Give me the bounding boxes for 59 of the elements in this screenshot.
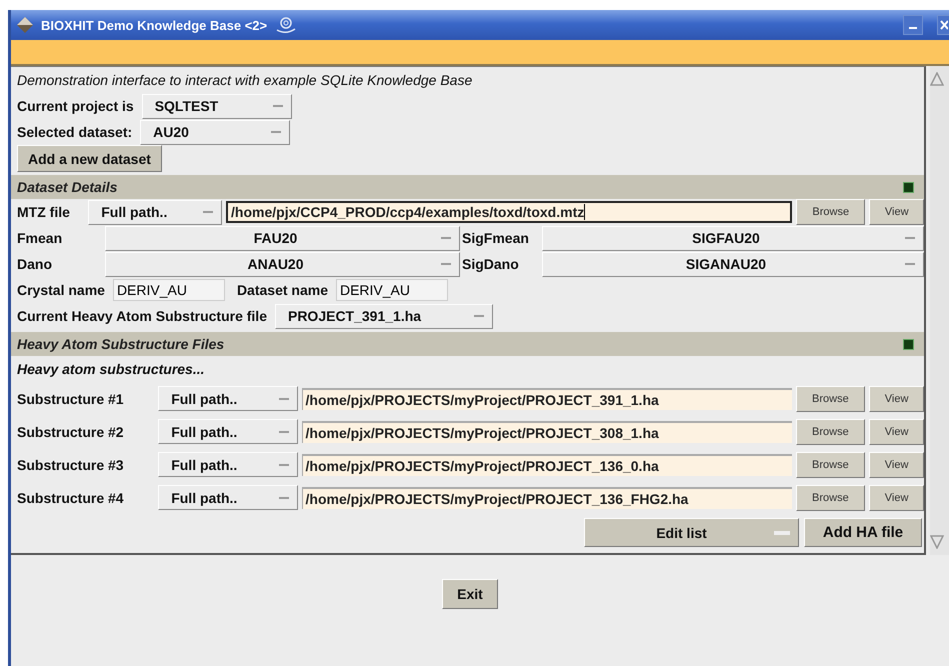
path-mode-dropdown[interactable]: Full path..	[158, 386, 298, 411]
substructure-file-field[interactable]: /home/pjx/PROJECTS/myProject/PROJECT_136_FHG2.ha	[302, 486, 792, 508]
crystal-name-field[interactable]: DERIV_AU	[112, 279, 225, 301]
field-label: Substructure #2	[17, 424, 125, 440]
browse-button[interactable]: Browse	[796, 484, 866, 510]
project-dropdown[interactable]: SQLTEST	[142, 94, 292, 118]
column-dropdown[interactable]: SIGANAU20	[542, 252, 924, 276]
field-label: MTZ file	[17, 204, 71, 220]
section-header[interactable]: Heavy Atom Substructure Files	[11, 332, 924, 356]
path-mode-dropdown[interactable]: Full path..	[158, 452, 298, 477]
field-label: Substructure #1	[17, 390, 125, 406]
close-icon[interactable]	[940, 20, 948, 30]
field-label: Current project is	[17, 98, 134, 114]
minimize-button[interactable]	[903, 15, 923, 35]
add-dataset-button[interactable]: Add a new dataset	[17, 145, 162, 172]
dataset-name-field[interactable]: DERIV_AU	[336, 279, 448, 301]
swirl-icon	[275, 16, 298, 34]
field-label: Dano	[17, 256, 53, 272]
column-dropdown[interactable]: SIGFAU20	[542, 226, 924, 250]
field-label: SigDano	[461, 256, 520, 272]
substructure-file-field[interactable]: /home/pjx/PROJECTS/myProject/PROJECT_391_1.ha	[302, 388, 792, 410]
toggle-indicator[interactable]	[903, 182, 914, 192]
view-button[interactable]: View	[869, 386, 924, 412]
field-label: Substructure #4	[17, 490, 125, 506]
substructure-file-field[interactable]: /home/pjx/PROJECTS/myProject/PROJECT_308_1.ha	[302, 420, 792, 442]
exit-button[interactable]: Exit	[442, 579, 498, 609]
window-title: BIOXHIT Demo Knowledge Base <2>	[41, 18, 268, 32]
browse-button[interactable]: Browse	[796, 418, 866, 444]
section-subtitle: Heavy atom substructures...	[17, 361, 205, 377]
edit-list-dropdown[interactable]: Edit list	[584, 518, 799, 547]
view-button[interactable]: View	[869, 452, 924, 478]
close-button[interactable]	[937, 15, 949, 35]
path-mode-dropdown[interactable]: Full path..	[158, 419, 298, 444]
view-button[interactable]: View	[869, 484, 924, 510]
ha-file-dropdown[interactable]: PROJECT_391_1.ha	[274, 304, 493, 328]
browse-button[interactable]: Browse	[796, 452, 866, 478]
mtz-file-field[interactable]: /home/pjx/CCP4_PROD/ccp4/examples/toxd/toxd.mtz	[226, 201, 792, 223]
substructure-file-field[interactable]: /home/pjx/PROJECTS/myProject/PROJECT_136_0.ha	[302, 454, 792, 476]
add-ha-file-button[interactable]: Add HA file	[804, 518, 922, 547]
browse-button[interactable]: Browse	[796, 199, 866, 225]
field-label: SigFmean	[461, 230, 530, 246]
diamond-icon	[17, 17, 33, 33]
field-label: Fmean	[17, 230, 64, 246]
column-dropdown[interactable]: FAU20	[105, 226, 460, 250]
field-label: Crystal name	[17, 282, 105, 298]
section-header[interactable]: Dataset Details	[11, 175, 924, 199]
dataset-dropdown[interactable]: AU20	[140, 120, 290, 144]
field-label: Substructure #3	[17, 456, 125, 472]
toggle-indicator[interactable]	[903, 338, 914, 350]
column-dropdown[interactable]: ANAU20	[105, 252, 460, 276]
view-button[interactable]: View	[869, 418, 924, 444]
field-label: Current Heavy Atom Substructure file	[17, 308, 267, 324]
browse-button[interactable]: Browse	[796, 386, 866, 412]
field-label: Selected dataset:	[17, 124, 132, 140]
field-label: Dataset name	[236, 282, 328, 298]
intro-text: Demonstration interface to interact with example SQLite Knowledge Base	[17, 72, 472, 88]
view-button[interactable]: View	[869, 199, 924, 225]
path-mode-dropdown[interactable]: Full path..	[158, 485, 298, 510]
path-mode-dropdown[interactable]: Full path..	[88, 200, 222, 224]
